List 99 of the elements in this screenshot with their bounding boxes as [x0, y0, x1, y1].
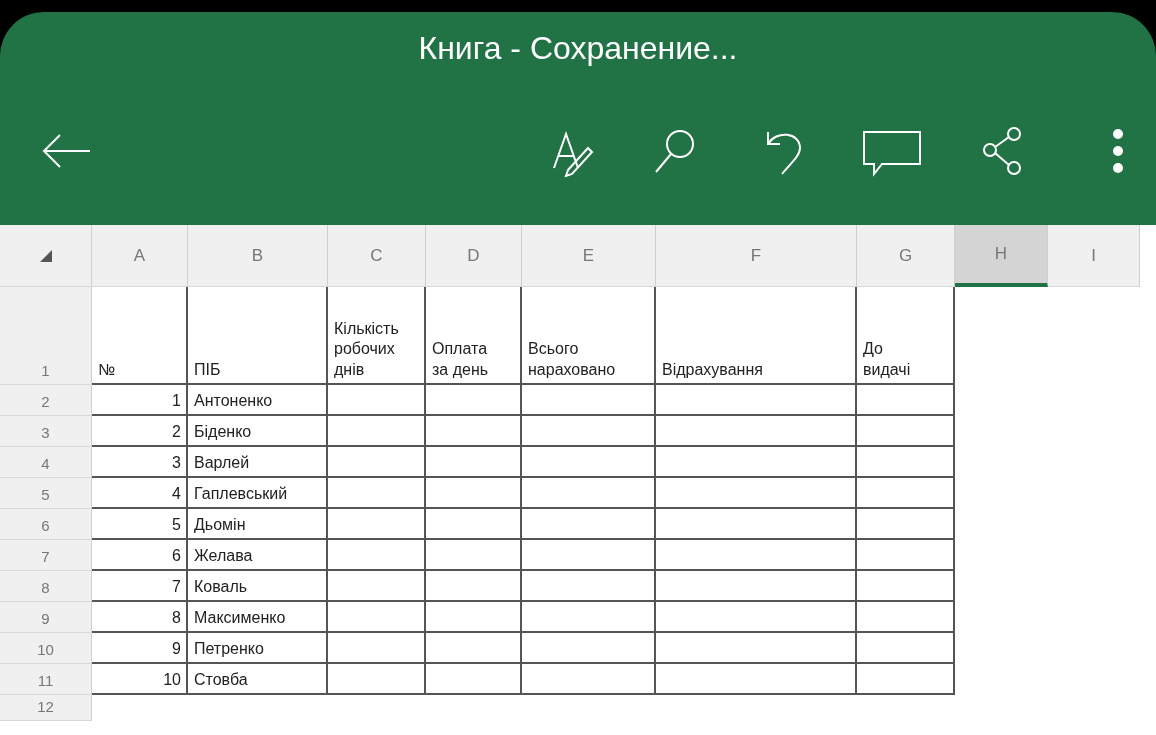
empty-cell[interactable]	[426, 664, 522, 695]
row-header[interactable]: 5	[0, 478, 92, 509]
empty-cell[interactable]	[656, 416, 857, 447]
row-header[interactable]: 11	[0, 664, 92, 695]
table-cell[interactable]: Гаплевський	[188, 478, 328, 509]
empty-cell[interactable]	[522, 633, 656, 664]
row-header[interactable]: 6	[0, 509, 92, 540]
empty-cell[interactable]	[656, 478, 857, 509]
table-cell[interactable]: Максименко	[188, 602, 328, 633]
empty-cell[interactable]	[522, 509, 656, 540]
table-cell[interactable]: 7	[92, 571, 188, 602]
empty-cell[interactable]	[426, 416, 522, 447]
table-cell[interactable]: 3	[92, 447, 188, 478]
table-cell[interactable]: 2	[92, 416, 188, 447]
row-header[interactable]: 9	[0, 602, 92, 633]
empty-cell[interactable]	[328, 633, 426, 664]
row-header[interactable]: 1	[0, 287, 92, 385]
empty-cell[interactable]	[426, 385, 522, 416]
empty-cell[interactable]	[522, 447, 656, 478]
table-cell[interactable]: Антоненко	[188, 385, 328, 416]
empty-cell[interactable]	[522, 571, 656, 602]
empty-cell[interactable]	[328, 416, 426, 447]
table-cell[interactable]: 5	[92, 509, 188, 540]
empty-cell[interactable]	[656, 385, 857, 416]
empty-cell[interactable]	[522, 664, 656, 695]
column-header[interactable]: B	[188, 225, 328, 287]
empty-cell[interactable]	[328, 664, 426, 695]
table-cell[interactable]: ПІБ	[188, 287, 328, 385]
column-header[interactable]: A	[92, 225, 188, 287]
empty-cell[interactable]	[522, 385, 656, 416]
empty-cell[interactable]	[328, 602, 426, 633]
table-cell[interactable]: Кількість робочих днів	[328, 287, 426, 385]
table-cell[interactable]: Варлей	[188, 447, 328, 478]
column-header[interactable]: D	[426, 225, 522, 287]
empty-cell[interactable]	[426, 509, 522, 540]
empty-cell[interactable]	[857, 540, 955, 571]
table-cell[interactable]: Дьомін	[188, 509, 328, 540]
row-header[interactable]: 10	[0, 633, 92, 664]
column-header[interactable]: E	[522, 225, 656, 287]
table-cell[interactable]: Стовба	[188, 664, 328, 695]
table-cell[interactable]: 10	[92, 664, 188, 695]
table-cell[interactable]: 4	[92, 478, 188, 509]
empty-cell[interactable]	[857, 416, 955, 447]
empty-cell[interactable]	[522, 416, 656, 447]
table-cell[interactable]: №	[92, 287, 188, 385]
empty-cell[interactable]	[328, 385, 426, 416]
empty-cell[interactable]	[328, 540, 426, 571]
select-all-icon[interactable]	[39, 249, 52, 262]
empty-cell[interactable]	[328, 447, 426, 478]
table-cell[interactable]: Петренко	[188, 633, 328, 664]
empty-cell[interactable]	[656, 633, 857, 664]
empty-cell[interactable]	[426, 447, 522, 478]
empty-cell[interactable]	[857, 509, 955, 540]
table-cell[interactable]: 6	[92, 540, 188, 571]
empty-cell[interactable]	[656, 509, 857, 540]
table-cell[interactable]: Оплата за день	[426, 287, 522, 385]
table-cell[interactable]: 9	[92, 633, 188, 664]
row-header[interactable]: 8	[0, 571, 92, 602]
empty-cell[interactable]	[656, 447, 857, 478]
table-cell[interactable]: Відрахування	[656, 287, 857, 385]
column-header[interactable]: I	[1048, 225, 1140, 287]
table-cell[interactable]: До видачі	[857, 287, 955, 385]
empty-cell[interactable]	[328, 571, 426, 602]
empty-cell[interactable]	[656, 602, 857, 633]
empty-cell[interactable]	[522, 602, 656, 633]
table-cell[interactable]: Всього нараховано	[522, 287, 656, 385]
table-cell[interactable]: 8	[92, 602, 188, 633]
empty-cell[interactable]	[857, 664, 955, 695]
empty-cell[interactable]	[857, 633, 955, 664]
table-cell[interactable]: Коваль	[188, 571, 328, 602]
column-header[interactable]: G	[857, 225, 955, 287]
table-cell[interactable]: Біденко	[188, 416, 328, 447]
empty-cell[interactable]	[857, 478, 955, 509]
row-header[interactable]: 12	[0, 695, 92, 721]
empty-cell[interactable]	[426, 633, 522, 664]
empty-cell[interactable]	[426, 571, 522, 602]
empty-cell[interactable]	[857, 385, 955, 416]
empty-cell[interactable]	[656, 664, 857, 695]
row-header[interactable]: 2	[0, 385, 92, 416]
empty-cell[interactable]	[426, 602, 522, 633]
row-header[interactable]: 3	[0, 416, 92, 447]
empty-cell[interactable]	[857, 447, 955, 478]
empty-cell[interactable]	[857, 602, 955, 633]
empty-cell[interactable]	[656, 571, 857, 602]
empty-cell[interactable]	[426, 478, 522, 509]
empty-cell[interactable]	[328, 478, 426, 509]
column-header[interactable]: C	[328, 225, 426, 287]
table-cell[interactable]: Желава	[188, 540, 328, 571]
empty-cell[interactable]	[426, 540, 522, 571]
window-title: Книга - Сохранение...	[417, 29, 739, 68]
row-header[interactable]: 7	[0, 540, 92, 571]
row-header[interactable]: 4	[0, 447, 92, 478]
empty-cell[interactable]	[522, 478, 656, 509]
empty-cell[interactable]	[328, 509, 426, 540]
empty-cell[interactable]	[656, 540, 857, 571]
empty-cell[interactable]	[522, 540, 656, 571]
column-header[interactable]: F	[656, 225, 857, 287]
table-cell[interactable]: 1	[92, 385, 188, 416]
empty-cell[interactable]	[857, 571, 955, 602]
